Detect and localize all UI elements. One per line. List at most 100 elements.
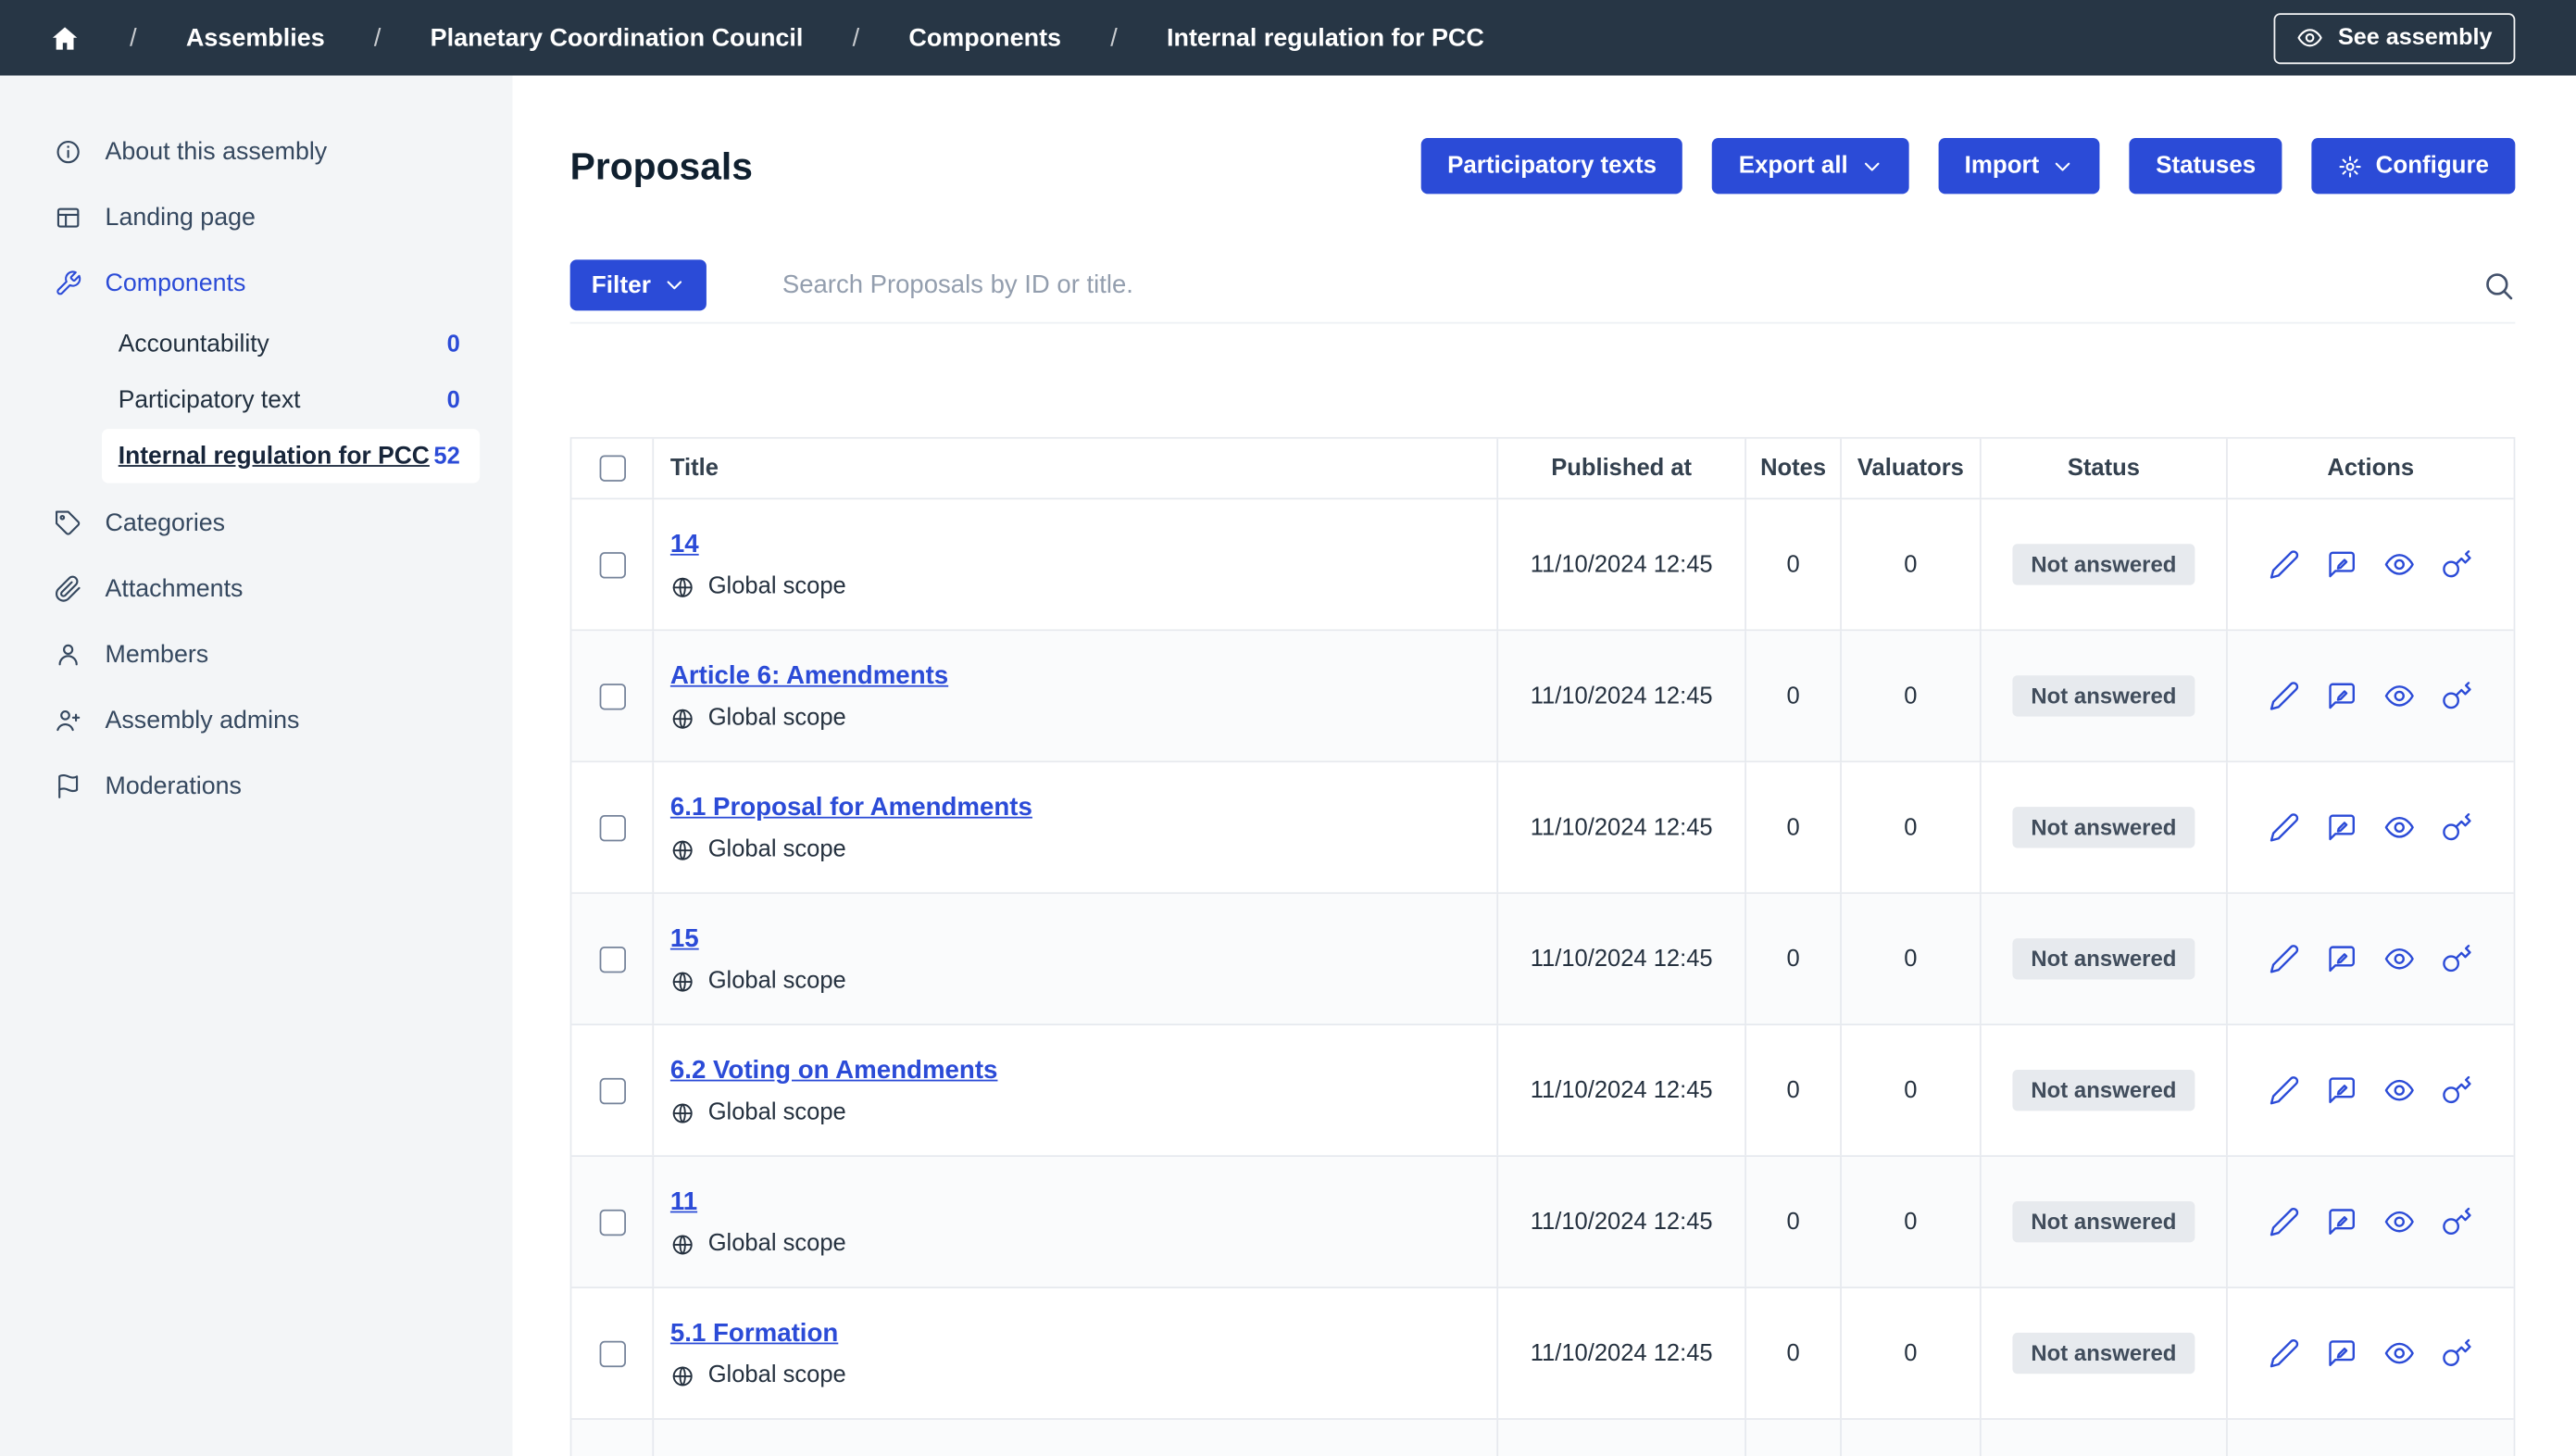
row-checkbox[interactable]: [599, 1340, 625, 1366]
app-stage: / Assemblies / Planetary Coordination Co…: [0, 0, 2576, 1456]
preview-button[interactable]: [2383, 1074, 2415, 1106]
status-cell: Not answered: [1982, 499, 2228, 629]
preview-button[interactable]: [2383, 811, 2415, 843]
notes-cell: 0: [1746, 631, 1842, 760]
row-checkbox[interactable]: [599, 814, 625, 840]
person-icon: [55, 640, 82, 668]
preview-button[interactable]: [2383, 1206, 2415, 1237]
proposal-title-link[interactable]: 6.1 Proposal for Amendments: [670, 792, 1032, 824]
preview-button[interactable]: [2383, 549, 2415, 581]
edit-button[interactable]: [2269, 1074, 2300, 1106]
export-all-button[interactable]: Export all: [1712, 138, 1908, 194]
proposal-title-link[interactable]: 6.2 Voting on Amendments: [670, 1055, 998, 1087]
row-checkbox[interactable]: [599, 1077, 625, 1103]
count-badge: 0: [447, 332, 460, 358]
proposal-title-link[interactable]: 11: [670, 1186, 697, 1219]
edit-button[interactable]: [2269, 549, 2300, 581]
table-row: 15 Global scope 11/10/2024 12:45 0 0 Not…: [571, 894, 2513, 1025]
permissions-button[interactable]: [2442, 549, 2473, 581]
row-checkbox[interactable]: [599, 683, 625, 709]
actions-cell: [2228, 762, 2514, 892]
sidebar-item-internal-regulation[interactable]: Internal regulation for PCC 52: [102, 429, 480, 483]
proposals-table: Title Published at Notes Valuators Statu…: [570, 437, 2516, 1456]
statuses-button[interactable]: Statuses: [2130, 138, 2282, 194]
permissions-button[interactable]: [2442, 681, 2473, 712]
scope-label: Global scope: [708, 1231, 846, 1257]
key-icon: [2442, 1206, 2473, 1237]
row-checkbox[interactable]: [599, 1209, 625, 1235]
sidebar-item-about-assembly[interactable]: About this assembly: [0, 119, 513, 184]
edit-button[interactable]: [2269, 1206, 2300, 1237]
filter-button[interactable]: Filter: [570, 259, 707, 310]
permissions-button[interactable]: [2442, 943, 2473, 974]
breadcrumb-current-component[interactable]: Internal regulation for PCC: [1167, 24, 1484, 52]
sidebar-item-landing-page[interactable]: Landing page: [0, 184, 513, 250]
preview-button[interactable]: [2383, 1337, 2415, 1369]
answer-button[interactable]: [2326, 1337, 2357, 1369]
import-button[interactable]: Import: [1938, 138, 2100, 194]
sidebar-item-components[interactable]: Components: [0, 250, 513, 316]
answer-button[interactable]: [2326, 811, 2357, 843]
permissions-button[interactable]: [2442, 811, 2473, 843]
search-input[interactable]: [782, 270, 2463, 300]
permissions-button[interactable]: [2442, 1074, 2473, 1106]
preview-button[interactable]: [2383, 943, 2415, 974]
edit-button[interactable]: [2269, 1337, 2300, 1369]
participatory-texts-button[interactable]: Participatory texts: [1421, 138, 1683, 194]
actions-cell: [2228, 1157, 2514, 1287]
proposal-title-link[interactable]: Article 6: Amendments: [670, 660, 948, 693]
count-badge: 0: [447, 387, 460, 413]
published-at-cell: 11/10/2024 12:45: [1498, 1288, 1746, 1418]
proposal-title-link[interactable]: 14: [670, 529, 699, 561]
sidebar-item-participatory-text[interactable]: Participatory text 0: [102, 373, 480, 428]
title-cell: 5.1 Formation Global scope: [654, 1288, 1498, 1418]
preview-button[interactable]: [2383, 681, 2415, 712]
sidebar-item-accountability[interactable]: Accountability 0: [102, 317, 480, 371]
proposal-scope: Global scope: [670, 1231, 846, 1257]
edit-button[interactable]: [2269, 681, 2300, 712]
proposal-title-link[interactable]: 15: [670, 923, 699, 956]
valuators-cell: 0: [1842, 1157, 1982, 1287]
sidebar-item-moderations[interactable]: Moderations: [0, 753, 513, 819]
layout-icon: [55, 203, 82, 231]
answer-button[interactable]: [2326, 681, 2357, 712]
see-assembly-button[interactable]: See assembly: [2274, 12, 2516, 63]
proposal-title-link[interactable]: 5.1 Formation: [670, 1318, 838, 1350]
home-link[interactable]: [49, 22, 81, 54]
answer-button[interactable]: [2326, 549, 2357, 581]
breadcrumb-components[interactable]: Components: [908, 24, 1061, 52]
permissions-button[interactable]: [2442, 1337, 2473, 1369]
valuators-cell: 0: [1842, 1025, 1982, 1155]
pencil-icon: [2269, 1074, 2300, 1106]
sidebar-item-assembly-admins[interactable]: Assembly admins: [0, 687, 513, 753]
answer-button[interactable]: [2326, 1074, 2357, 1106]
actions-cell: [2228, 631, 2514, 760]
chevron-down-icon: [2052, 156, 2073, 177]
title-cell: 15 Global scope: [654, 894, 1498, 1023]
select-all-checkbox[interactable]: [599, 455, 625, 481]
search-icon[interactable]: [2482, 269, 2515, 301]
sidebar-item-members[interactable]: Members: [0, 621, 513, 687]
breadcrumb-assemblies[interactable]: Assemblies: [186, 24, 325, 52]
row-checkbox[interactable]: [599, 946, 625, 972]
proposal-title-link[interactable]: 12: [670, 1450, 699, 1456]
filter-bar: Filter: [570, 259, 2516, 323]
sidebar-item-attachments[interactable]: Attachments: [0, 556, 513, 621]
sidebar-item-categories[interactable]: Categories: [0, 490, 513, 556]
answer-button[interactable]: [2326, 1206, 2357, 1237]
proposal-scope: Global scope: [670, 573, 846, 599]
edit-button[interactable]: [2269, 811, 2300, 843]
status-badge: Not answered: [2013, 544, 2195, 584]
scope-label: Global scope: [708, 573, 846, 599]
title-cell: 6.1 Proposal for Amendments Global scope: [654, 762, 1498, 892]
key-icon: [2442, 1337, 2473, 1369]
permissions-button[interactable]: [2442, 1206, 2473, 1237]
breadcrumb-assembly[interactable]: Planetary Coordination Council: [431, 24, 804, 52]
status-badge: Not answered: [2013, 675, 2195, 716]
edit-button[interactable]: [2269, 943, 2300, 974]
key-icon: [2442, 943, 2473, 974]
configure-button[interactable]: Configure: [2311, 138, 2515, 194]
published-at-cell: 11/10/2024 12:45: [1498, 499, 1746, 629]
answer-button[interactable]: [2326, 943, 2357, 974]
row-checkbox[interactable]: [599, 551, 625, 577]
